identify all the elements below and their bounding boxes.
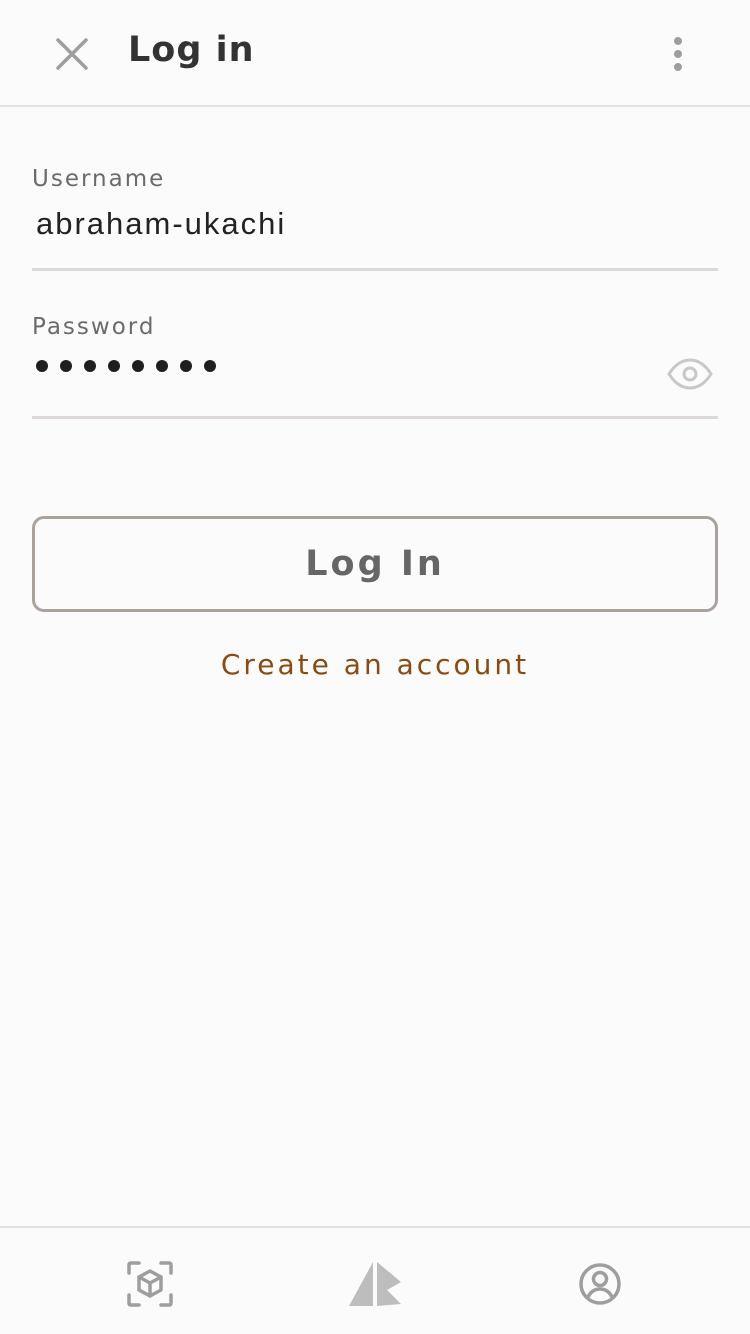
app-header: Log in (0, 0, 750, 107)
toggle-password-visibility-button[interactable] (664, 352, 716, 396)
username-label: Username (32, 166, 166, 192)
password-dot (84, 360, 96, 372)
logo-icon (349, 1262, 401, 1306)
nav-item-ar-scan[interactable] (122, 1256, 178, 1312)
eye-icon (667, 358, 713, 390)
login-button[interactable]: Log In (32, 516, 718, 612)
password-dot (108, 360, 120, 372)
password-dot (204, 360, 216, 372)
password-underline (32, 416, 718, 419)
nav-item-brand[interactable] (347, 1256, 403, 1312)
bottom-nav (0, 1226, 750, 1334)
create-account-link[interactable]: Create an account (0, 648, 750, 681)
login-button-label: Log In (305, 544, 445, 584)
username-underline (32, 268, 718, 271)
nav-item-account[interactable] (572, 1256, 628, 1312)
password-label: Password (32, 314, 156, 340)
password-input[interactable] (36, 360, 216, 372)
cube-scan-icon (127, 1261, 173, 1307)
more-options-button[interactable] (654, 26, 702, 82)
password-dot (132, 360, 144, 372)
close-button[interactable] (44, 26, 100, 82)
password-dot (180, 360, 192, 372)
close-icon (56, 38, 88, 70)
password-dot (36, 360, 48, 372)
account-circle-icon (579, 1263, 621, 1305)
password-dot (156, 360, 168, 372)
password-dot (60, 360, 72, 372)
page-title: Log in (128, 30, 255, 70)
more-vertical-icon (674, 37, 682, 71)
username-input[interactable] (36, 206, 656, 242)
login-screen: Log in Username Password Log In (0, 0, 750, 1334)
